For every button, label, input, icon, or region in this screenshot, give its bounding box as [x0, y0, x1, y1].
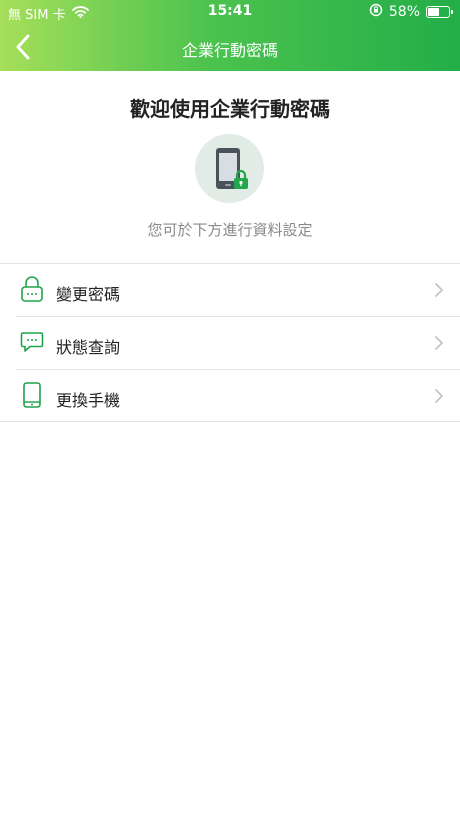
change-phone-item[interactable]: 更換手機 [0, 370, 460, 423]
change-password-item[interactable]: 變更密碼 [0, 264, 460, 317]
menu-item-label: 更換手機 [56, 391, 121, 410]
lock-icon [20, 275, 44, 303]
welcome-title: 歡迎使用企業行動密碼 [130, 97, 330, 121]
chevron-right-icon [435, 336, 443, 350]
phone-lock-icon [195, 134, 264, 203]
menu-item-label: 狀態查詢 [56, 338, 121, 357]
hint-text: 您可於下方進行資料設定 [147, 221, 313, 239]
chevron-right-icon [435, 389, 443, 403]
battery-icon [426, 6, 453, 18]
status-bar: 無 SIM 卡 15:41 58% [0, 0, 460, 24]
page-title: 企業行動密碼 [181, 41, 278, 60]
phone-icon [20, 381, 44, 409]
orientation-lock-icon [369, 3, 383, 21]
status-right: 58% [369, 3, 453, 21]
battery-percent: 58% [388, 4, 420, 20]
menu-item-label: 變更密碼 [56, 285, 121, 304]
divider [0, 421, 460, 422]
app-header: 無 SIM 卡 15:41 58% 企業行動密碼 [0, 0, 460, 71]
chevron-right-icon [435, 283, 443, 297]
settings-menu: 變更密碼 狀態查詢 更換手機 [0, 264, 460, 423]
nav-bar: 企業行動密碼 [0, 24, 460, 71]
status-query-item[interactable]: 狀態查詢 [0, 317, 460, 370]
chat-bubble-icon [20, 328, 44, 356]
battery-fill [428, 8, 440, 16]
